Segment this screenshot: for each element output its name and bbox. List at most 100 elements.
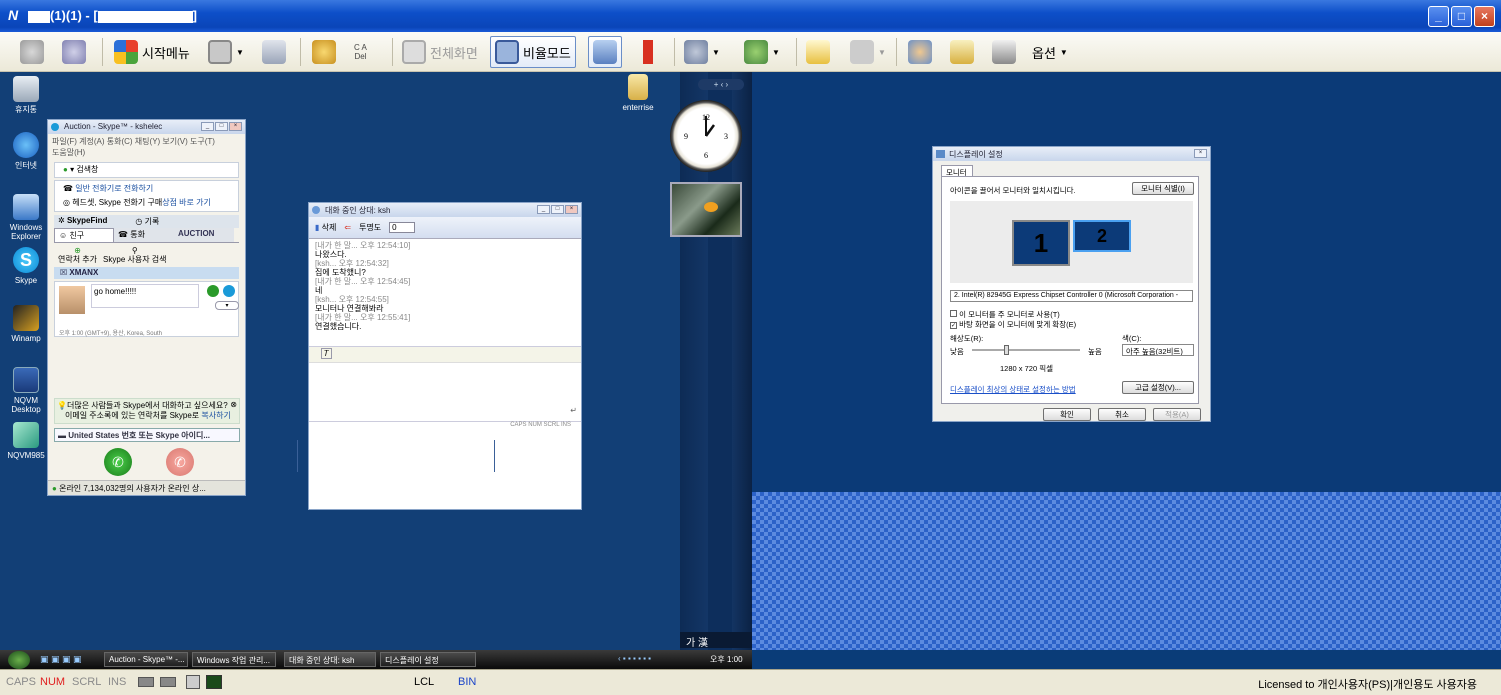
transparency-select[interactable]: 0 (389, 222, 416, 233)
close-button[interactable]: × (229, 122, 242, 131)
close-promo-icon[interactable]: ⊗ (230, 400, 237, 410)
skype-menu-row1[interactable]: 파일(F) 계정(A) 통화(C) 채팅(Y) 보기(V) 도구(T) (52, 136, 241, 147)
slideshow-gadget[interactable] (670, 182, 742, 237)
tab-friends[interactable]: ☺ 친구 (54, 228, 114, 242)
tray-icons[interactable]: ‹ ▪ ▪ ▪ ▪ ▪ ▪ (618, 654, 651, 663)
call-contact-icon[interactable] (207, 285, 219, 297)
start-menu-button[interactable]: 시작메뉴 (110, 36, 194, 68)
display-settings-window[interactable]: 디스플레이 설정 × 모니터 아이콘을 끌어서 모니터와 일치시킵니다. 모니터… (932, 146, 1211, 422)
identify-monitors-button[interactable]: 모니터 식별(I) (1132, 182, 1194, 195)
contact-card[interactable]: go home!!!!! ▾ 오후 1:00 (GMT+9), 용산, Kore… (54, 281, 239, 337)
close-button[interactable]: × (1194, 149, 1207, 158)
quick-launch-icons[interactable]: ▣ ▣ ▣ ▣ (40, 654, 82, 665)
lock-button[interactable] (308, 36, 340, 68)
tab-calls[interactable]: ☎ 통화 (114, 228, 174, 242)
maximize-button[interactable]: □ (215, 122, 228, 131)
shop-link[interactable]: 상점 바로 가기 (162, 198, 211, 207)
resolution-slider-thumb[interactable] (1004, 345, 1009, 355)
print-button[interactable] (988, 36, 1020, 68)
minimize-button[interactable]: _ (201, 122, 214, 131)
taskbar-item-chat[interactable]: 대화 중인 상대: ksh (284, 652, 376, 667)
call-button[interactable]: ✆ (104, 448, 132, 476)
maximize-button[interactable]: □ (1451, 6, 1472, 27)
skype-window[interactable]: Auction - Skype™ - kshelec _ □ × 파일(F) 계정(… (47, 119, 246, 496)
display-help-link[interactable]: 디스플레이 최상의 상태로 설정하는 방법 (950, 384, 1076, 395)
hangup-button[interactable]: ✆ (166, 448, 194, 476)
contacts-button[interactable] (904, 36, 936, 68)
send-icon[interactable]: ↵ (570, 406, 577, 415)
pin-button[interactable] (632, 36, 664, 68)
delete-button[interactable]: ▮ 삭제 (315, 222, 336, 233)
monitor-2[interactable]: 2 (1073, 220, 1131, 252)
add-contact-button[interactable]: ⊕ 연락처 추가 (58, 246, 97, 264)
mouse-button[interactable] (16, 36, 48, 68)
sidebar-controls[interactable]: + ‹ › (698, 79, 744, 90)
desktop-icon-skype[interactable]: S Skype (0, 247, 52, 285)
maximize-button[interactable]: □ (551, 205, 564, 214)
fullscreen-button[interactable]: 전체화면 (398, 36, 482, 68)
desktop-icon-nqvm-desktop[interactable]: NQVM Desktop (0, 367, 52, 414)
chat-input[interactable]: ↵ (309, 363, 581, 421)
tag-button[interactable]: ▼ (846, 36, 890, 68)
search-users-button[interactable]: ⚲ Skype 사용자 검색 (103, 246, 166, 264)
start-orb-icon[interactable] (8, 651, 30, 669)
skype-status-selector[interactable]: ● ▾ 검색창 (54, 162, 239, 178)
taskbar-item-display[interactable]: 디스플레이 설정 (380, 652, 476, 667)
ctrl-alt-del-button[interactable]: C A Del (350, 36, 371, 68)
monitor-button[interactable] (258, 36, 290, 68)
buy-headset-link[interactable]: ◎ 헤드셋, Skype 전화기 구매상점 바로 가기 (55, 196, 238, 210)
monitor-view-button[interactable] (588, 36, 622, 68)
skype-menu-bar[interactable]: 파일(F) 계정(A) 통화(C) 채팅(Y) 보기(V) 도구(T) 도움말(H… (48, 134, 245, 160)
adapter-select[interactable]: 2. Intel(R) 82945G Express Chipset Contr… (950, 290, 1193, 302)
taskbar-item-task-manager[interactable]: Windows 작업 관리... (192, 652, 276, 667)
ok-button[interactable]: 확인 (1043, 408, 1091, 421)
desktop-icon-windows-explorer[interactable]: Windows Explorer (0, 194, 52, 241)
history-button[interactable]: ◷ 기록 (135, 216, 159, 227)
ime-bar[interactable]: 가 漢 (680, 632, 752, 649)
chat-window[interactable]: 대화 중인 상대: ksh _ □ × ▮ 삭제 ⇐ 투명도 0 [내가 한 말..… (308, 202, 582, 510)
skype-menu-row2[interactable]: 도움말(H) (52, 147, 241, 158)
minimize-button[interactable]: _ (1428, 6, 1449, 27)
font-icon[interactable]: 𝑇 (321, 348, 333, 359)
desktop-icon-recycle-bin[interactable]: 휴지통 (0, 76, 52, 114)
call-landline-link[interactable]: ☎ 일반 전화기로 전화하기 (55, 182, 238, 196)
notes-button[interactable] (946, 36, 978, 68)
minimize-button[interactable]: _ (537, 205, 550, 214)
pin-icon[interactable]: ⇐ (344, 223, 351, 232)
desktop-icon-internet[interactable]: 인터넷 (0, 132, 52, 170)
desktop-icon-nqvm985[interactable]: NQVM985 (0, 422, 52, 460)
sound-button[interactable]: ▼ (680, 36, 724, 68)
scan-icon[interactable] (186, 675, 200, 689)
contact-group-header[interactable]: ☒ XMANX (54, 267, 239, 279)
remote-desktop[interactable]: + ‹ › 가 漢 휴지통 인터넷 Windows Explorer S Skyp… (0, 72, 1501, 669)
copy-contacts-link[interactable]: 복사하기 (201, 411, 230, 420)
advanced-settings-button[interactable]: 고급 설정(V)... (1122, 381, 1194, 394)
options-button[interactable]: 옵션 ▼ (1028, 36, 1072, 68)
close-button[interactable]: × (565, 205, 578, 214)
phone-number-input[interactable]: ▬ United States 번호 또는 Skype 아이디... (54, 428, 240, 442)
desktop-icon-winamp[interactable]: Winamp (0, 305, 52, 343)
clipboard-button[interactable] (802, 36, 834, 68)
mouse-off-button[interactable] (58, 36, 90, 68)
users-button[interactable]: ▼ (740, 36, 784, 68)
tab-auction[interactable]: AUCTION (174, 228, 234, 242)
contact-options-dropdown[interactable]: ▾ (215, 301, 239, 310)
terminal-icon[interactable] (206, 675, 222, 689)
extend-desktop-checkbox[interactable]: ✓ 바탕 화면을 이 모니터에 맞게 확장(E) (950, 319, 1076, 330)
chat-contact-icon[interactable] (223, 285, 235, 297)
keyboard-icon[interactable] (160, 677, 176, 687)
close-button[interactable]: × (1474, 6, 1495, 27)
taskbar-clock[interactable]: 오후 1:00 (710, 654, 743, 665)
ratio-mode-button[interactable]: 비율모드 (490, 36, 576, 68)
color-select[interactable]: 아주 높음(32비트) (1122, 344, 1194, 356)
cancel-button[interactable]: 취소 (1098, 408, 1146, 421)
taskbar-item-skype[interactable]: Auction - Skype™ -... (104, 652, 188, 667)
skypefind-button[interactable]: ✲ SkypeFind (58, 216, 107, 227)
keyboard-icon[interactable] (138, 677, 154, 687)
apply-button[interactable]: 적용(A) (1153, 408, 1201, 421)
desktop-icon-folder[interactable]: enterrise (612, 74, 664, 112)
resolution-slider[interactable] (972, 345, 1080, 355)
clock-gadget[interactable]: 12 3 6 9 (670, 100, 742, 172)
screen-capture-button[interactable]: ▼ (204, 36, 248, 68)
monitor-arrangement[interactable]: 1 2 (950, 201, 1193, 283)
